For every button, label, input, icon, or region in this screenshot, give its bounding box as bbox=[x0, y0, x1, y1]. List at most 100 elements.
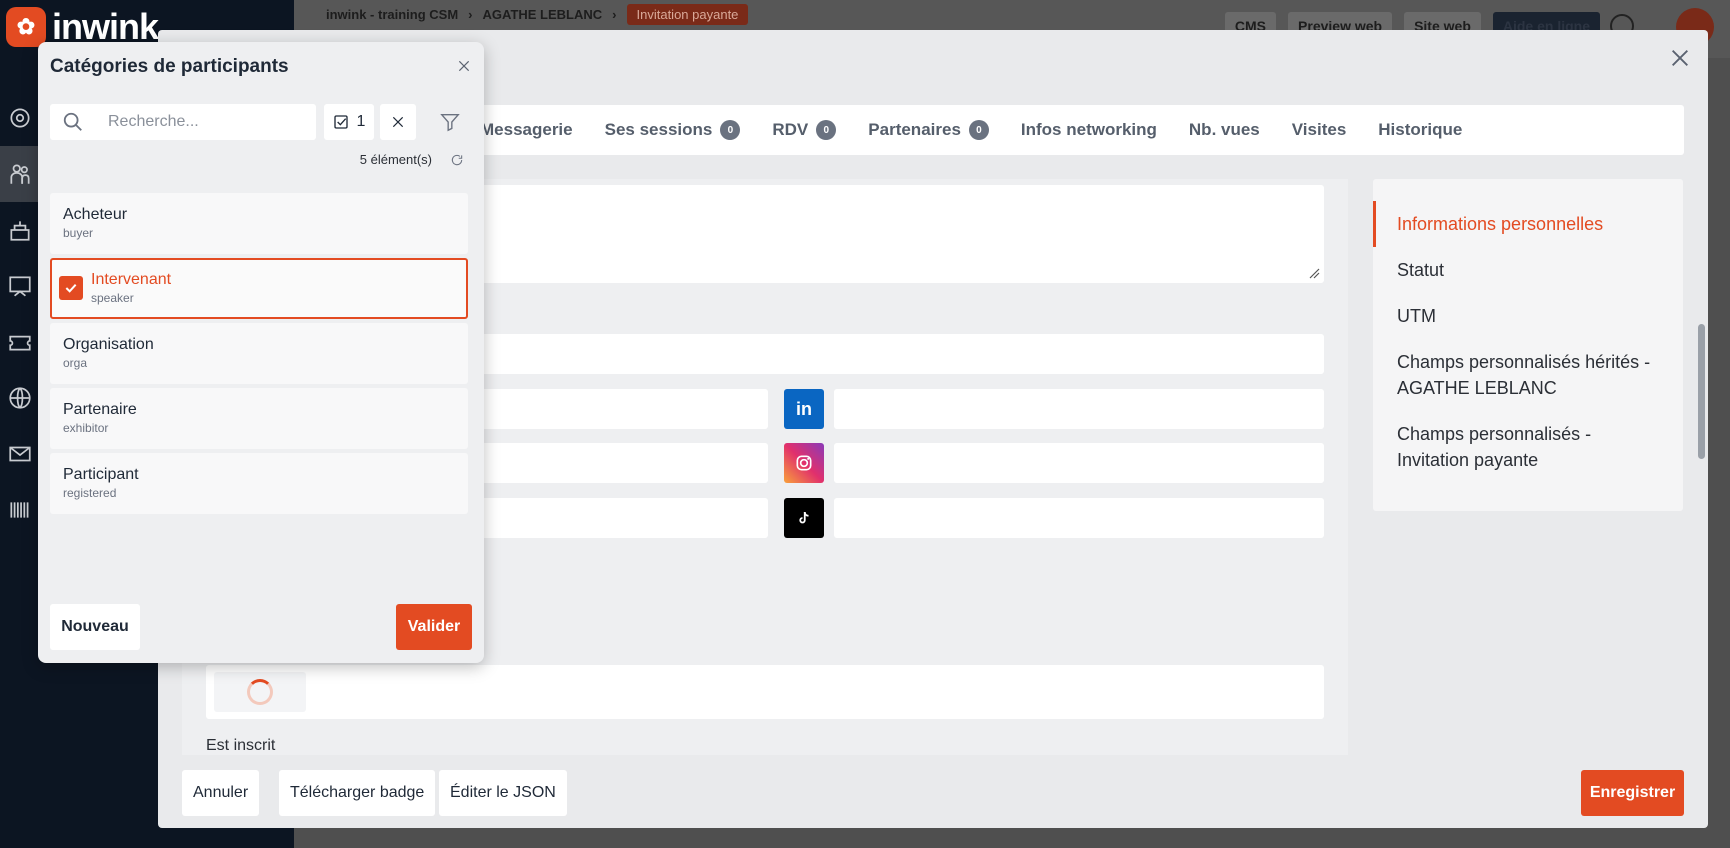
loading-spinner-icon bbox=[247, 679, 273, 705]
linkedin-icon: in bbox=[784, 389, 824, 429]
filter-button[interactable] bbox=[436, 108, 464, 136]
cancel-button[interactable]: Annuler bbox=[182, 770, 260, 816]
tab-label: Visites bbox=[1291, 120, 1347, 139]
panel-title: Catégories de participants bbox=[50, 56, 289, 77]
ticket-icon bbox=[9, 335, 31, 351]
category-code: orga bbox=[63, 356, 88, 370]
new-category-button[interactable]: Nouveau bbox=[50, 604, 140, 650]
instagram-field[interactable] bbox=[834, 443, 1324, 483]
category-label: Acheteur bbox=[63, 206, 128, 223]
sidebar-item-participants[interactable] bbox=[0, 146, 40, 202]
sidebar-item-emails[interactable] bbox=[0, 426, 40, 482]
section-nav-item[interactable]: UTM bbox=[1373, 293, 1683, 339]
sidebar-item-settings[interactable] bbox=[0, 90, 40, 146]
tab-count-badge: 0 bbox=[968, 120, 989, 140]
validate-button[interactable]: Valider bbox=[396, 604, 472, 650]
breadcrumb-item[interactable]: inwink - training CSM bbox=[326, 7, 458, 22]
logo-icon: ✿ bbox=[6, 7, 46, 47]
sidebar-item-sessions[interactable] bbox=[0, 202, 40, 258]
clear-selection-button[interactable] bbox=[380, 104, 416, 140]
tab-label: Messagerie bbox=[480, 120, 573, 139]
image-upload-field[interactable] bbox=[206, 665, 1324, 719]
category-code: buyer bbox=[63, 226, 94, 240]
section-nav-item[interactable]: Statut bbox=[1373, 247, 1683, 293]
board-icon bbox=[9, 276, 31, 297]
close-icon bbox=[392, 116, 404, 128]
tab-visites[interactable]: Visites bbox=[1292, 120, 1347, 140]
barcode-icon bbox=[10, 502, 29, 518]
breadcrumb: inwink - training CSM › AGATHE LEBLANC ›… bbox=[326, 4, 749, 25]
tab-label: Partenaires bbox=[868, 120, 961, 139]
selected-count: 1 bbox=[356, 113, 366, 130]
podium-icon bbox=[10, 221, 30, 241]
category-label: Participant bbox=[63, 466, 139, 483]
checked-checkbox[interactable] bbox=[59, 276, 83, 300]
category-picker-panel: Catégories de participants 1 5 élément(s… bbox=[38, 42, 484, 663]
category-label: Intervenant bbox=[91, 271, 172, 288]
download-badge-button[interactable]: Télécharger badge bbox=[279, 770, 436, 816]
sidebar-item-badges[interactable] bbox=[0, 482, 40, 538]
tab-sessions[interactable]: Ses sessions 0 bbox=[605, 120, 741, 140]
tab-infos-networking[interactable]: Infos networking bbox=[1021, 120, 1157, 140]
sidebar-item-website[interactable] bbox=[0, 370, 40, 426]
search-input[interactable] bbox=[108, 113, 298, 131]
category-label: Organisation bbox=[63, 336, 154, 353]
category-code: registered bbox=[63, 486, 117, 500]
list-item[interactable]: Organisation orga bbox=[50, 323, 468, 384]
sidebar-item-tickets[interactable] bbox=[0, 314, 40, 370]
tab-messagerie[interactable]: Messagerie bbox=[480, 120, 573, 140]
tab-count-badge: 0 bbox=[816, 120, 837, 140]
gear-icon bbox=[10, 108, 30, 128]
category-code: speaker bbox=[91, 291, 134, 305]
list-item[interactable]: Intervenant speaker bbox=[50, 258, 468, 319]
tab-partenaires[interactable]: Partenaires 0 bbox=[868, 120, 989, 140]
section-nav-item[interactable]: Champs personnalisés - Invitation payant… bbox=[1373, 411, 1683, 483]
tab-nb-vues[interactable]: Nb. vues bbox=[1189, 120, 1260, 140]
results-count-row: 5 élément(s) bbox=[50, 152, 464, 167]
resize-handle-icon[interactable] bbox=[1308, 267, 1320, 279]
category-label: Partenaire bbox=[63, 401, 137, 418]
linkedin-field[interactable] bbox=[834, 389, 1324, 429]
save-button[interactable]: Enregistrer bbox=[1581, 770, 1684, 816]
tab-label: Ses sessions bbox=[604, 120, 713, 139]
category-list: Acheteur buyer Intervenant speaker Organ… bbox=[50, 193, 468, 518]
list-item[interactable]: Participant registered bbox=[50, 453, 468, 514]
instagram-glyph-icon bbox=[796, 455, 812, 471]
close-icon bbox=[1672, 50, 1688, 66]
tiktok-icon bbox=[784, 498, 824, 538]
breadcrumb-separator: › bbox=[468, 7, 473, 22]
tiktok-field[interactable] bbox=[834, 498, 1324, 538]
tab-historique[interactable]: Historique bbox=[1378, 120, 1462, 140]
section-nav-item[interactable]: Informations personnelles bbox=[1373, 201, 1683, 247]
mail-icon bbox=[9, 446, 31, 462]
people-icon bbox=[10, 164, 30, 184]
scrollbar[interactable] bbox=[1696, 179, 1706, 755]
status-badge: Invitation payante bbox=[626, 4, 749, 25]
search-box bbox=[50, 104, 316, 140]
tab-rdv[interactable]: RDV 0 bbox=[772, 120, 837, 140]
section-nav-item[interactable]: Champs personnalisés hérités - AGATHE LE… bbox=[1373, 339, 1683, 411]
tab-label: RDV bbox=[772, 120, 809, 139]
tab-label: Nb. vues bbox=[1188, 120, 1260, 139]
list-item[interactable]: Acheteur buyer bbox=[50, 193, 468, 254]
modal-close-button[interactable] bbox=[1666, 44, 1694, 72]
checkbox-icon bbox=[333, 115, 348, 129]
sidebar-item-exhibitors[interactable] bbox=[0, 258, 40, 314]
search-icon bbox=[63, 112, 82, 131]
refresh-icon[interactable] bbox=[450, 153, 464, 167]
selected-count-button[interactable]: 1 bbox=[324, 104, 374, 140]
panel-close-button[interactable] bbox=[454, 56, 474, 76]
tab-count-badge: 0 bbox=[720, 120, 741, 140]
list-item[interactable]: Partenaire exhibitor bbox=[50, 388, 468, 449]
globe-icon bbox=[9, 387, 31, 409]
tab-label: Infos networking bbox=[1020, 120, 1157, 139]
tiktok-glyph-icon bbox=[799, 511, 809, 524]
upload-thumbnail bbox=[214, 672, 306, 712]
breadcrumb-item[interactable]: AGATHE LEBLANC bbox=[483, 7, 603, 22]
breadcrumb-separator: › bbox=[612, 7, 617, 22]
element-count: 5 élément(s) bbox=[359, 152, 432, 167]
scrollbar-thumb[interactable] bbox=[1698, 324, 1705, 459]
category-code: exhibitor bbox=[63, 421, 109, 435]
check-icon bbox=[65, 283, 77, 293]
edit-json-button[interactable]: Éditer le JSON bbox=[439, 770, 567, 816]
